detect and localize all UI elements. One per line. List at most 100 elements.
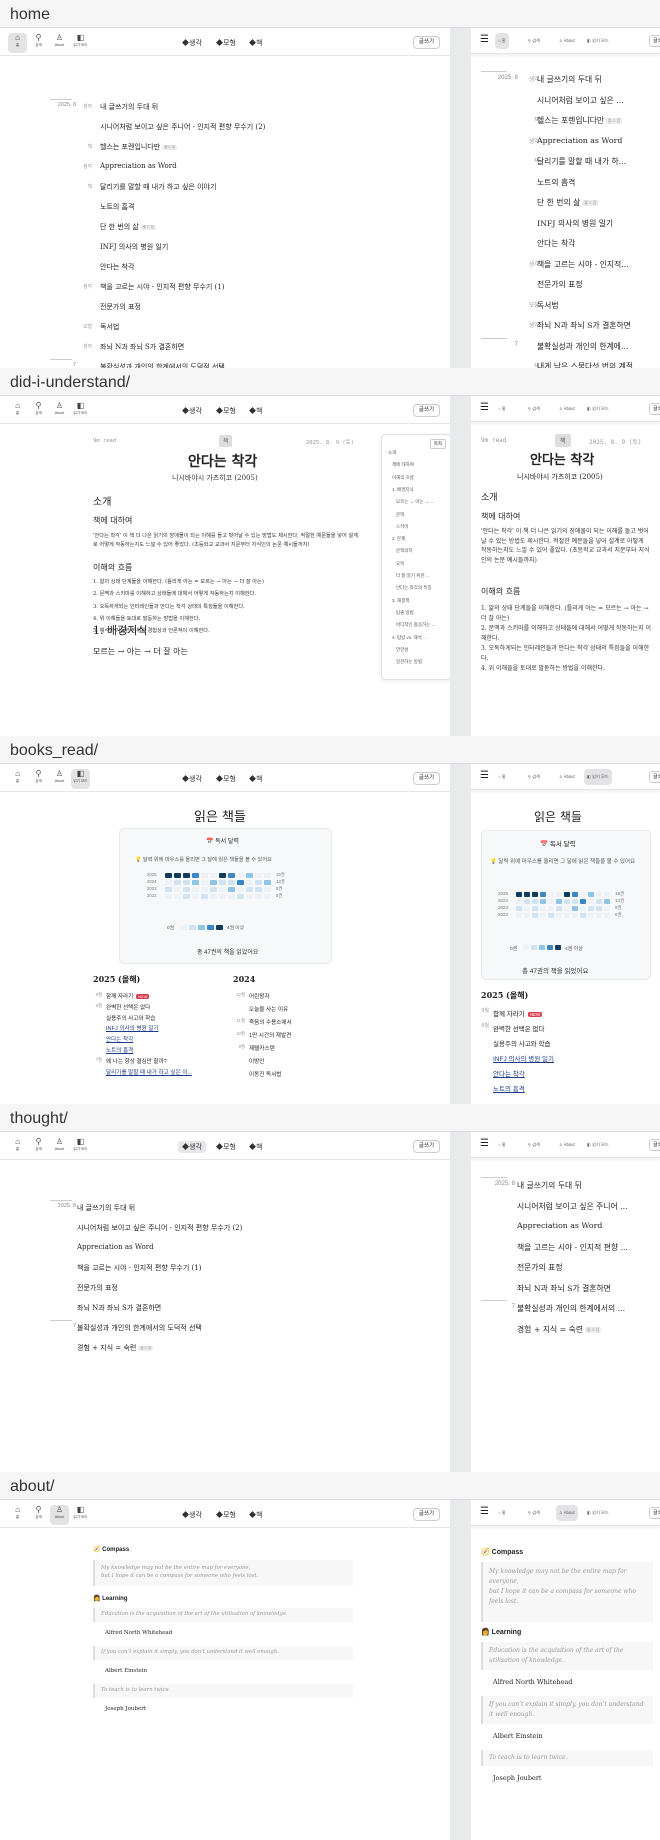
heatmap-cell[interactable] <box>210 887 217 892</box>
hamburger-icon[interactable]: ☰ <box>480 1507 489 1517</box>
post-link[interactable]: 독서법 <box>537 300 559 311</box>
post-link[interactable]: 전문가의 표정 <box>100 302 141 312</box>
tab-thought[interactable]: ◆생각 <box>178 37 206 49</box>
heatmap-cell[interactable] <box>246 873 253 878</box>
heatmap-cell[interactable] <box>174 873 181 878</box>
heatmap-cell[interactable] <box>219 873 226 878</box>
post-link[interactable]: 달리기를 말할 때 내가 하... <box>537 156 626 167</box>
nav-home-button[interactable]: ⌂ 홈 <box>8 33 27 53</box>
toc-item[interactable]: 책에 대하여 <box>392 462 414 468</box>
nav-search-button[interactable]: ⚲ 검색 <box>29 401 48 421</box>
heatmap-cell[interactable] <box>228 880 235 885</box>
tab-model[interactable]: ◆모형 <box>212 1141 240 1153</box>
tab-book[interactable]: ◆책 <box>245 37 266 49</box>
nav-home-button[interactable]: ⌂ 홈 <box>495 1505 509 1521</box>
post-link[interactable]: 시니어처럼 보이고 싶은 ... <box>537 95 624 106</box>
nav-reading-mode-button[interactable]: ◧ 읽기 모드 <box>71 769 90 789</box>
heatmap-cell[interactable] <box>580 913 586 918</box>
heatmap-cell[interactable] <box>237 880 244 885</box>
toc-item[interactable]: 2. 문제 <box>392 536 405 542</box>
nav-home-button[interactable]: ⌂ 홈 <box>8 1137 27 1157</box>
heatmap-cell[interactable] <box>174 894 181 899</box>
post-link[interactable]: 달리기를 말할 때 내가 하고 싶은 이야기 <box>100 182 216 192</box>
heatmap-cell[interactable] <box>588 899 594 904</box>
heatmap-cell[interactable] <box>516 913 522 918</box>
post-link[interactable]: 경험 + 지식 = 숙련 줄 C 잠 <box>517 1324 602 1335</box>
heatmap-cell[interactable] <box>183 873 190 878</box>
heatmap-cell[interactable] <box>588 906 594 911</box>
nav-about-button[interactable]: ♙ About <box>556 1137 578 1153</box>
heatmap-cell[interactable] <box>219 880 226 885</box>
heatmap-cell[interactable] <box>580 899 586 904</box>
heatmap-cell[interactable] <box>564 906 570 911</box>
heatmap-cell[interactable] <box>264 880 271 885</box>
toc-item[interactable]: 언한성 <box>396 647 408 653</box>
nav-about-button[interactable]: ♙ About <box>50 1137 69 1157</box>
heatmap-cell[interactable] <box>548 913 554 918</box>
toc-item[interactable]: 바디적인 좁음하는 ... <box>396 622 435 628</box>
heatmap-cell[interactable] <box>580 906 586 911</box>
heatmap-cell[interactable] <box>540 892 546 897</box>
heatmap-cell[interactable] <box>524 899 530 904</box>
heatmap-cell[interactable] <box>255 880 262 885</box>
heatmap-cell[interactable] <box>572 906 578 911</box>
heatmap-cell[interactable] <box>201 894 208 899</box>
tab-book[interactable]: ◆책 <box>245 1509 266 1521</box>
post-link[interactable]: 내 글쓰기의 두대 뒤 <box>77 1203 135 1213</box>
nav-reading-mode-button[interactable]: ◧ 읽기 모드 <box>71 401 90 421</box>
write-button[interactable]: 글쓰 <box>649 1507 660 1519</box>
post-link[interactable]: Appreciation as Word <box>537 136 622 145</box>
book-item[interactable]: 1만 시간의 재발견 <box>249 1031 291 1039</box>
tab-book[interactable]: ◆책 <box>245 405 266 417</box>
nav-reading-mode-button[interactable]: ◧ 읽기 모드 <box>584 769 612 785</box>
heatmap-cell[interactable] <box>604 899 610 904</box>
write-button[interactable]: 글쓰기 <box>413 1140 440 1153</box>
post-link[interactable]: 시니어처럼 보이고 싶은 주니어 ... <box>517 1201 628 1212</box>
heatmap-cell[interactable] <box>524 913 530 918</box>
nav-reading-mode-button[interactable]: ◧ 읽기 모드 <box>584 33 612 49</box>
book-item[interactable]: 안다는 착각 <box>106 1035 133 1043</box>
book-item[interactable]: 실용주의 사고와 학습 <box>493 1038 550 1048</box>
post-link[interactable]: INFJ 의사의 병원 일기 <box>537 218 613 229</box>
write-button[interactable]: 글쓰기 <box>413 1508 440 1521</box>
heatmap-cell[interactable] <box>201 880 208 885</box>
heatmap-cell[interactable] <box>219 887 226 892</box>
heatmap-cell[interactable] <box>572 892 578 897</box>
heatmap-cell[interactable] <box>540 899 546 904</box>
heatmap-cell[interactable] <box>524 892 530 897</box>
toc-item[interactable]: 4. 탐방 vs. 해석 ... <box>392 635 427 641</box>
book-item[interactable]: 실용주의 사고와 학습 <box>106 1014 155 1022</box>
nav-reading-mode-button[interactable]: ◧ 읽기 모드 <box>584 1505 612 1521</box>
post-link[interactable]: 책을 고르는 시야 - 인지적 편향 무수기 (1) <box>77 1263 201 1273</box>
write-button[interactable]: 글쓰기 <box>413 772 440 785</box>
heatmap-cell[interactable] <box>210 873 217 878</box>
heatmap-cell[interactable] <box>246 880 253 885</box>
nav-home-button[interactable]: ⌂ 홈 <box>8 1505 27 1525</box>
heatmap-cell[interactable] <box>174 880 181 885</box>
heatmap-cell[interactable] <box>192 894 199 899</box>
heatmap-cell[interactable] <box>540 913 546 918</box>
heatmap-cell[interactable] <box>564 899 570 904</box>
toc-item[interactable]: 더 잘 알기 위한 ... <box>396 573 430 579</box>
post-link[interactable]: 시니어처럼 보이고 싶은 주니어 - 인지적 편향 무수기 (2) <box>100 122 265 132</box>
toc-toggle-button[interactable]: 목차 <box>429 439 446 449</box>
heatmap-cell[interactable] <box>516 906 522 911</box>
post-link[interactable]: Appreciation as Word <box>100 162 177 170</box>
heatmap-cell[interactable] <box>540 906 546 911</box>
nav-about-button[interactable]: ♙ About <box>556 769 578 785</box>
toc-item[interactable]: 일관하는 방법 <box>396 659 422 665</box>
book-item[interactable]: 왜 나는 항상 결심만 할까? <box>106 1057 167 1065</box>
book-item[interactable]: 달리기를 말할 때 내가 하고 싶은 이... <box>106 1068 192 1076</box>
toc-item[interactable]: 탐출 방법 <box>396 610 414 616</box>
heatmap-cell[interactable] <box>192 887 199 892</box>
nav-reading-mode-button[interactable]: ◧ 읽기 모드 <box>71 1137 90 1157</box>
post-link[interactable]: 안다는 착각 <box>100 262 134 272</box>
heatmap-cell[interactable] <box>556 892 562 897</box>
nav-search-button[interactable]: ⚲ 검색 <box>29 769 48 789</box>
heatmap-cell[interactable] <box>237 873 244 878</box>
post-link[interactable]: 불확실성과 개인의 한계에... <box>537 341 628 352</box>
write-button[interactable]: 글쓰 <box>649 1139 660 1151</box>
heatmap-cell[interactable] <box>580 892 586 897</box>
book-item[interactable]: 죽음의 수용소에서 <box>249 1018 292 1026</box>
toc-item[interactable]: 문맥 <box>396 512 404 518</box>
